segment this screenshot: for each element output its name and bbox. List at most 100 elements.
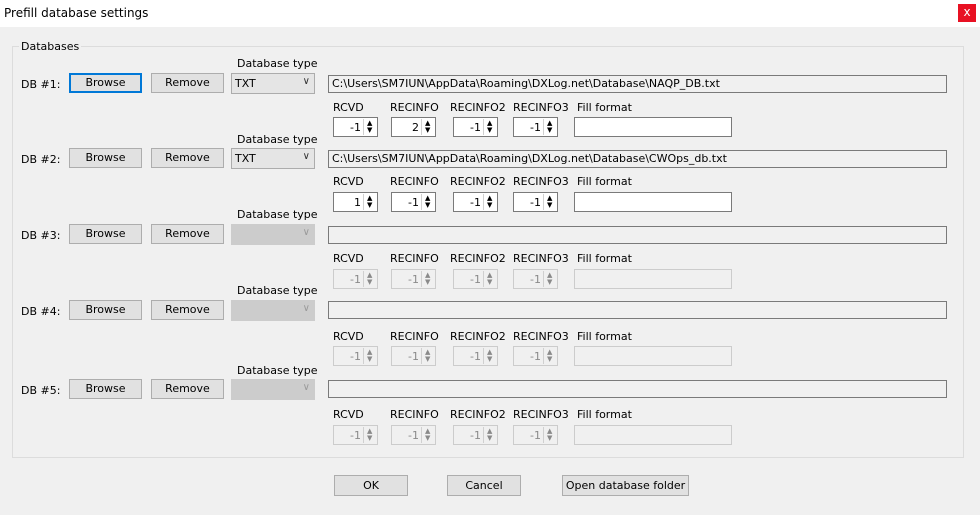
db1-type-value: TXT: [235, 77, 256, 90]
db5-recinfo3-label: RECINFO3: [513, 408, 569, 421]
db4-recinfo-stepper[interactable]: -1 ▲ ▼: [391, 346, 436, 366]
stepper-arrows-icon[interactable]: ▲ ▼: [421, 119, 434, 135]
cancel-button[interactable]: Cancel: [447, 475, 521, 496]
db2-recinfo-stepper[interactable]: -1 ▲ ▼: [391, 192, 436, 212]
db1-rcvd-stepper[interactable]: -1 ▲ ▼: [333, 117, 378, 137]
db4-recinfo2-stepper[interactable]: -1 ▲ ▼: [453, 346, 498, 366]
db2-recinfo-value: -1: [408, 196, 419, 209]
db2-recinfo3-stepper[interactable]: -1 ▲ ▼: [513, 192, 558, 212]
chevron-down-icon: ∨: [302, 382, 310, 393]
stepper-arrows-icon[interactable]: ▲ ▼: [483, 119, 496, 135]
db2-path-field[interactable]: C:\Users\SM7IUN\AppData\Roaming\DXLog.ne…: [328, 150, 947, 168]
db5-recinfo2-stepper[interactable]: -1 ▲ ▼: [453, 425, 498, 445]
stepper-arrows-icon[interactable]: ▲ ▼: [363, 348, 376, 364]
db1-recinfo2-label: RECINFO2: [450, 101, 506, 114]
db4-type-label: Database type: [237, 284, 318, 297]
db2-recinfo2-label: RECINFO2: [450, 175, 506, 188]
db4-rcvd-label: RCVD: [333, 330, 364, 343]
db1-type-select[interactable]: TXT ∨: [231, 73, 315, 94]
db2-browse-button[interactable]: Browse: [69, 148, 142, 168]
db1-fill-format-input[interactable]: [574, 117, 732, 137]
stepper-arrows-icon[interactable]: ▲ ▼: [543, 348, 556, 364]
db5-recinfo-stepper[interactable]: -1 ▲ ▼: [391, 425, 436, 445]
chevron-down-icon: ∨: [302, 76, 310, 87]
db5-fill-format-input[interactable]: [574, 425, 732, 445]
db5-browse-button[interactable]: Browse: [69, 379, 142, 399]
db2-remove-button[interactable]: Remove: [151, 148, 224, 168]
db1-path-field[interactable]: C:\Users\SM7IUN\AppData\Roaming\DXLog.ne…: [328, 75, 947, 93]
close-icon[interactable]: x: [958, 4, 976, 22]
db1-remove-button[interactable]: Remove: [151, 73, 224, 93]
db5-path-field[interactable]: [328, 380, 947, 398]
db5-fill-format-label: Fill format: [577, 408, 632, 421]
db5-remove-button[interactable]: Remove: [151, 379, 224, 399]
db4-remove-button[interactable]: Remove: [151, 300, 224, 320]
db5-type-label: Database type: [237, 364, 318, 377]
db5-recinfo3-value: -1: [530, 429, 541, 442]
db1-recinfo2-stepper[interactable]: -1 ▲ ▼: [453, 117, 498, 137]
db3-fill-format-input[interactable]: [574, 269, 732, 289]
stepper-arrows-icon[interactable]: ▲ ▼: [483, 348, 496, 364]
stepper-arrows-icon[interactable]: ▲ ▼: [483, 427, 496, 443]
db1-rcvd-label: RCVD: [333, 101, 364, 114]
stepper-arrows-icon[interactable]: ▲ ▼: [543, 427, 556, 443]
chevron-down-icon: ∨: [302, 227, 310, 238]
db5-recinfo2-value: -1: [470, 429, 481, 442]
db3-remove-button[interactable]: Remove: [151, 224, 224, 244]
db5-rcvd-value: -1: [350, 429, 361, 442]
stepper-arrows-icon[interactable]: ▲ ▼: [543, 271, 556, 287]
db5-rcvd-stepper[interactable]: -1 ▲ ▼: [333, 425, 378, 445]
db1-recinfo-label: RECINFO: [390, 101, 439, 114]
open-database-folder-button[interactable]: Open database folder: [562, 475, 689, 496]
db3-recinfo2-stepper[interactable]: -1 ▲ ▼: [453, 269, 498, 289]
db2-recinfo2-value: -1: [470, 196, 481, 209]
ok-button[interactable]: OK: [334, 475, 408, 496]
db4-path-field[interactable]: [328, 301, 947, 319]
db3-rcvd-stepper[interactable]: -1 ▲ ▼: [333, 269, 378, 289]
db5-recinfo3-stepper[interactable]: -1 ▲ ▼: [513, 425, 558, 445]
stepper-arrows-icon[interactable]: ▲ ▼: [421, 348, 434, 364]
stepper-arrows-icon[interactable]: ▲ ▼: [421, 271, 434, 287]
db3-recinfo3-label: RECINFO3: [513, 252, 569, 265]
db2-recinfo2-stepper[interactable]: -1 ▲ ▼: [453, 192, 498, 212]
stepper-arrows-icon[interactable]: ▲ ▼: [543, 119, 556, 135]
db4-recinfo-value: -1: [408, 350, 419, 363]
db2-rcvd-value: 1: [354, 196, 361, 209]
db3-type-select[interactable]: ∨: [231, 224, 315, 245]
db2-type-select[interactable]: TXT ∨: [231, 148, 315, 169]
db2-fill-format-input[interactable]: [574, 192, 732, 212]
stepper-arrows-icon[interactable]: ▲ ▼: [421, 194, 434, 210]
db3-browse-button[interactable]: Browse: [69, 224, 142, 244]
db3-path-field[interactable]: [328, 226, 947, 244]
db3-recinfo3-stepper[interactable]: -1 ▲ ▼: [513, 269, 558, 289]
db4-recinfo3-value: -1: [530, 350, 541, 363]
db1-recinfo2-value: -1: [470, 121, 481, 134]
db5-label: DB #5:: [21, 384, 61, 397]
db1-browse-button[interactable]: Browse: [69, 73, 142, 93]
db4-fill-format-input[interactable]: [574, 346, 732, 366]
db1-recinfo-stepper[interactable]: 2 ▲ ▼: [391, 117, 436, 137]
db3-rcvd-value: -1: [350, 273, 361, 286]
db2-type-value: TXT: [235, 152, 256, 165]
db4-type-select[interactable]: ∨: [231, 300, 315, 321]
title-bar: Prefill database settings x: [0, 0, 980, 27]
db1-recinfo3-value: -1: [530, 121, 541, 134]
db5-type-select[interactable]: ∨: [231, 379, 315, 400]
stepper-arrows-icon[interactable]: ▲ ▼: [363, 194, 376, 210]
stepper-arrows-icon[interactable]: ▲ ▼: [363, 271, 376, 287]
db1-recinfo3-stepper[interactable]: -1 ▲ ▼: [513, 117, 558, 137]
db1-label: DB #1:: [21, 78, 61, 91]
stepper-arrows-icon[interactable]: ▲ ▼: [483, 271, 496, 287]
db2-rcvd-stepper[interactable]: 1 ▲ ▼: [333, 192, 378, 212]
db5-recinfo2-label: RECINFO2: [450, 408, 506, 421]
db4-recinfo3-stepper[interactable]: -1 ▲ ▼: [513, 346, 558, 366]
db4-rcvd-stepper[interactable]: -1 ▲ ▼: [333, 346, 378, 366]
stepper-arrows-icon[interactable]: ▲ ▼: [483, 194, 496, 210]
stepper-arrows-icon[interactable]: ▲ ▼: [421, 427, 434, 443]
stepper-arrows-icon[interactable]: ▲ ▼: [363, 427, 376, 443]
stepper-arrows-icon[interactable]: ▲ ▼: [363, 119, 376, 135]
stepper-arrows-icon[interactable]: ▲ ▼: [543, 194, 556, 210]
db1-recinfo-value: 2: [412, 121, 419, 134]
db3-recinfo-stepper[interactable]: -1 ▲ ▼: [391, 269, 436, 289]
db4-browse-button[interactable]: Browse: [69, 300, 142, 320]
